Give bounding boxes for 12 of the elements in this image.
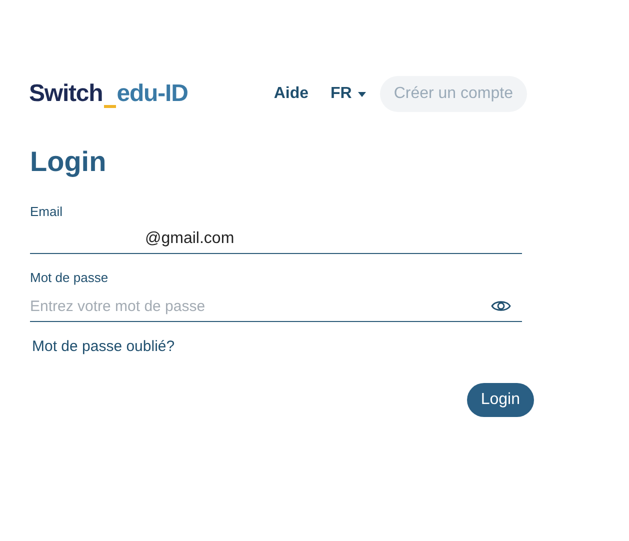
language-selector[interactable]: FR <box>330 82 366 106</box>
eye-icon[interactable] <box>491 299 511 313</box>
forgot-password-link[interactable]: Mot de passe oublié? <box>32 336 175 358</box>
logo[interactable]: Switch edu-ID <box>29 82 188 106</box>
caret-icon <box>358 92 366 96</box>
email-field[interactable]: @gmail.com <box>30 226 522 254</box>
password-field[interactable]: Entrez votre mot de passe <box>30 291 491 321</box>
email-label: Email <box>30 203 63 221</box>
page-title: Login <box>30 148 108 176</box>
help-link[interactable]: Aide <box>274 82 308 106</box>
password-label: Mot de passe <box>30 268 108 287</box>
login-button[interactable]: Login <box>466 382 534 416</box>
